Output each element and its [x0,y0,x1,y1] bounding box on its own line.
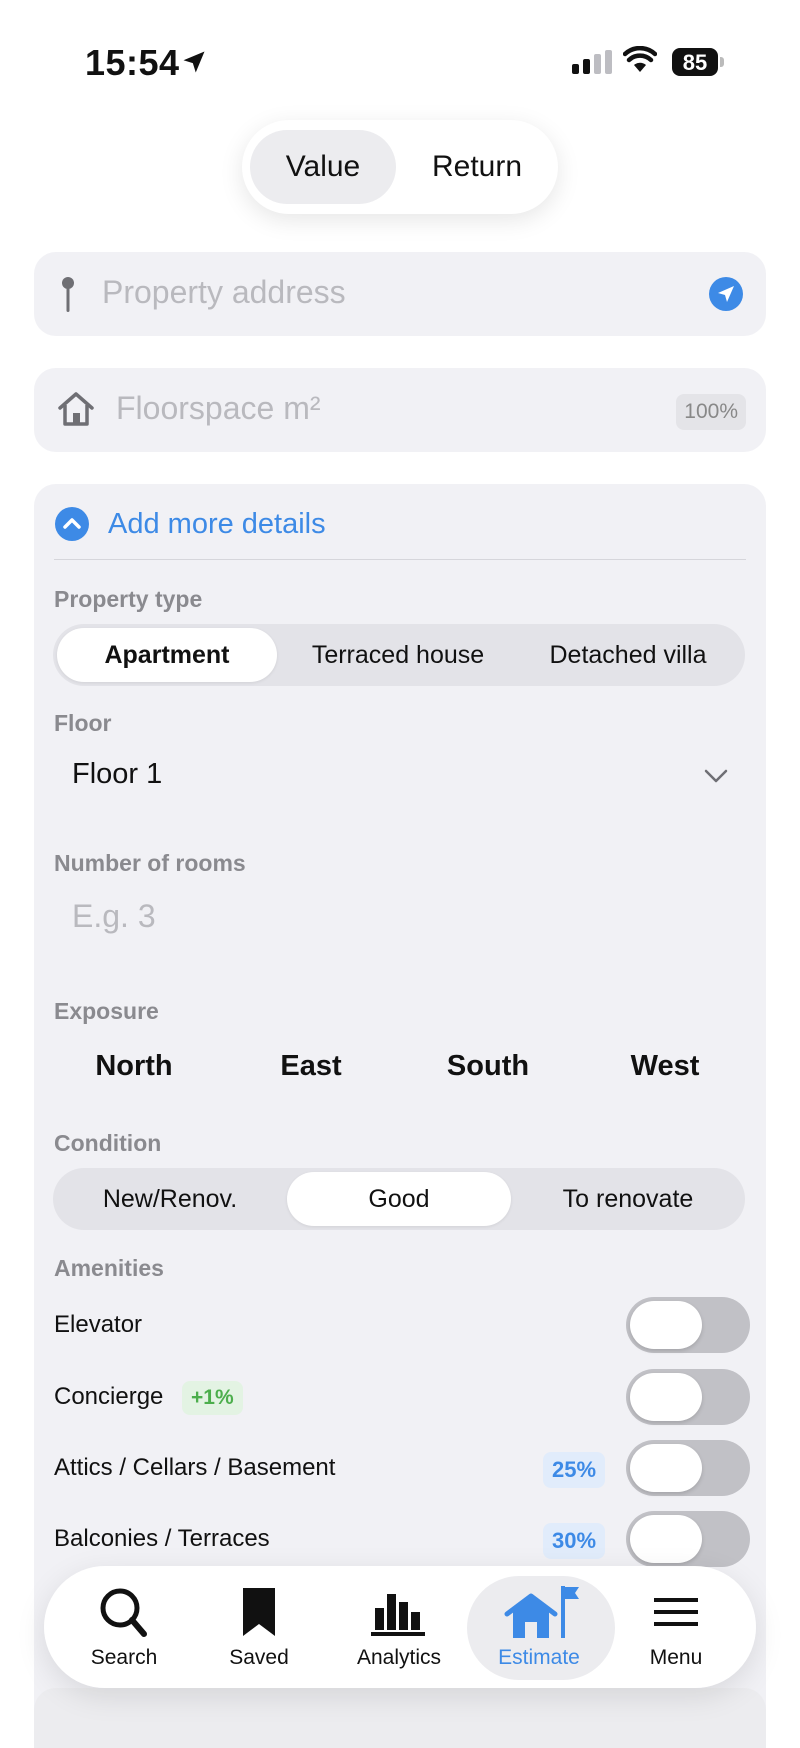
mode-return-button[interactable]: Return [402,130,552,204]
property-type-detached[interactable]: Detached villa [515,628,741,682]
pin-icon [62,277,74,312]
tab-saved[interactable]: Saved [189,1566,329,1688]
status-bar: 15:54 85 [0,0,800,110]
house-flag-icon [504,1586,579,1638]
tab-analytics-label: Analytics [356,1646,442,1669]
tab-estimate-label: Estimate [498,1646,580,1669]
property-type-selector: Apartment Terraced house Detached villa [53,624,745,686]
chevron-down-icon [704,769,728,783]
location-arrow-icon [183,51,205,73]
property-type-terraced[interactable]: Terraced house [283,628,513,682]
address-field[interactable]: Property address [34,252,766,336]
floorspace-badge: 100% [676,394,746,430]
floorspace-field[interactable]: Floorspace m² 100% [34,368,766,452]
bottom-panel [34,1688,766,1748]
battery-indicator: 85 [672,48,724,76]
exposure-south[interactable]: South [408,1050,568,1083]
tab-saved-label: Saved [229,1646,289,1669]
mode-value-button[interactable]: Value [250,130,396,204]
amenity-balconies-toggle[interactable] [626,1511,750,1567]
attics-badge: 25% [543,1452,606,1488]
rooms-input[interactable]: E.g. 3 [54,884,746,954]
floor-label: Floor [54,710,112,736]
exposure-label: Exposure [54,998,159,1024]
bookmark-icon [243,1588,275,1636]
tab-bar: Search Saved Analytics Estimate Menu [44,1566,756,1688]
tab-search-label: Search [90,1646,158,1669]
house-icon [58,392,94,426]
condition-to-renovate[interactable]: To renovate [515,1172,741,1226]
amenity-balconies-label: Balconies / Terraces [54,1525,270,1552]
rooms-placeholder: E.g. 3 [72,898,156,934]
property-type-apartment[interactable]: Apartment [57,628,277,682]
balconies-badge: 30% [543,1523,606,1559]
tab-menu-label: Menu [649,1646,703,1669]
wifi-icon [623,46,657,72]
cellular-signal-icon [572,50,612,74]
floorspace-placeholder: Floorspace m² [116,390,321,426]
condition-selector: New/Renov. Good To renovate [53,1168,745,1230]
floor-value: Floor 1 [72,758,163,790]
status-time: 15:54 [85,42,180,83]
tab-estimate[interactable]: Estimate [467,1566,615,1688]
property-type-label: Property type [54,586,203,612]
search-icon [100,1588,147,1637]
tab-menu[interactable]: Menu [606,1566,746,1688]
bar-chart-icon [371,1594,425,1636]
exposure-east[interactable]: East [231,1050,391,1083]
tab-search[interactable]: Search [54,1566,194,1688]
current-location-icon[interactable] [708,276,744,312]
add-more-details-link[interactable]: Add more details [108,508,326,541]
condition-good[interactable]: Good [287,1172,511,1226]
amenity-concierge-toggle[interactable] [626,1369,750,1425]
rooms-label: Number of rooms [54,850,246,876]
amenity-elevator-toggle[interactable] [626,1297,750,1353]
amenities-label: Amenities [54,1255,164,1281]
exposure-west[interactable]: West [585,1050,745,1083]
condition-new[interactable]: New/Renov. [57,1172,283,1226]
tab-analytics[interactable]: Analytics [329,1566,469,1688]
condition-label: Condition [54,1130,162,1156]
amenity-attics-label: Attics / Cellars / Basement [54,1454,336,1481]
chevron-up-icon[interactable] [54,506,90,542]
amenity-concierge-label: Concierge [54,1383,164,1410]
menu-icon [654,1598,698,1626]
amenity-elevator-label: Elevator [54,1311,143,1338]
divider [54,559,746,560]
mode-switch: Value Return [242,120,558,214]
exposure-north[interactable]: North [54,1050,214,1083]
battery-level: 85 [682,50,708,75]
address-placeholder: Property address [102,274,346,310]
concierge-badge: +1% [182,1381,243,1415]
amenity-attics-toggle[interactable] [626,1440,750,1496]
floor-select[interactable]: Floor 1 [54,742,746,812]
